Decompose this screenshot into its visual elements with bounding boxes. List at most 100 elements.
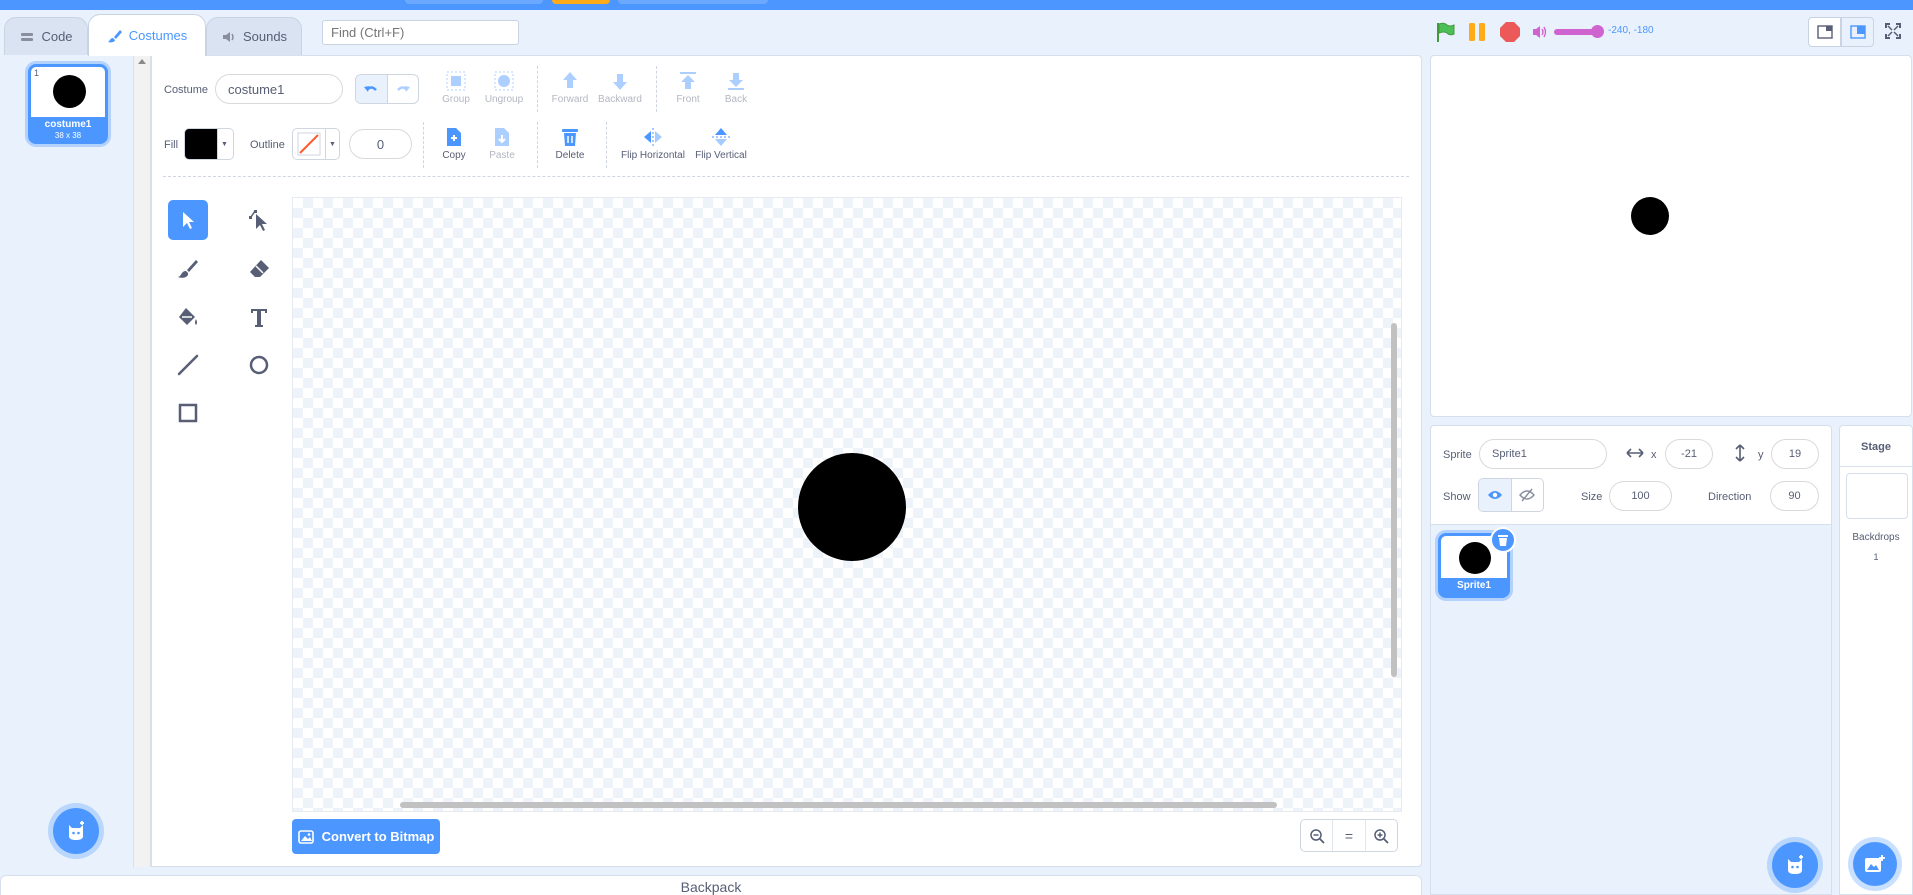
stage-sprite[interactable] — [1631, 197, 1669, 235]
group-button[interactable]: Group — [438, 70, 474, 105]
convert-to-bitmap-button[interactable]: Convert to Bitmap — [292, 819, 440, 854]
paint-canvas[interactable] — [292, 197, 1402, 812]
x-input[interactable]: -21 — [1665, 439, 1713, 469]
toolbar-divider — [423, 122, 424, 168]
trash-icon — [1498, 534, 1508, 546]
flip-vertical-button[interactable]: Flip Vertical — [694, 126, 748, 161]
reshape-tool[interactable] — [239, 200, 279, 240]
volume-slider-handle[interactable] — [1591, 25, 1604, 38]
outline-swatch — [293, 129, 325, 159]
outline-label: Outline — [250, 139, 285, 151]
costume-name-input[interactable] — [215, 74, 343, 104]
backpack-bar[interactable]: Backpack — [0, 875, 1422, 895]
volume-button[interactable] — [1531, 24, 1549, 40]
delete-button[interactable]: Delete — [552, 126, 588, 161]
paste-button[interactable]: Paste — [484, 126, 520, 161]
redo-button[interactable] — [388, 75, 419, 103]
costume-list-scrollbar[interactable] — [134, 55, 151, 867]
equals-icon: = — [1344, 827, 1354, 844]
eraser-tool[interactable] — [239, 249, 279, 289]
zoom-out-button[interactable] — [1301, 820, 1332, 851]
copy-button[interactable]: Copy — [436, 126, 472, 161]
cat-add-icon — [1788, 855, 1803, 874]
costume-thumbnail-circle — [53, 75, 86, 108]
stage-thumbnail — [1846, 473, 1908, 519]
add-backdrop-icon — [1865, 855, 1885, 872]
text-tool[interactable] — [239, 297, 279, 337]
stop-button[interactable] — [1499, 21, 1521, 43]
canvas-circle-shape[interactable] — [798, 453, 906, 561]
eye-icon — [1487, 491, 1502, 499]
search-input[interactable] — [322, 20, 519, 45]
outline-color-picker[interactable]: ▼ — [292, 128, 340, 160]
zoom-reset-button[interactable]: = — [1332, 820, 1364, 851]
fullscreen-button[interactable] — [1884, 22, 1902, 40]
sprite-name-input[interactable] — [1479, 439, 1607, 469]
front-icon — [680, 72, 696, 89]
direction-input[interactable]: 90 — [1770, 481, 1819, 511]
show-visible-button[interactable] — [1479, 479, 1512, 511]
add-sprite-button[interactable] — [1772, 842, 1818, 888]
y-input[interactable]: 19 — [1771, 439, 1819, 469]
green-flag-icon — [1437, 22, 1455, 42]
volume-icon — [1533, 26, 1547, 38]
ungroup-button[interactable]: Ungroup — [484, 70, 524, 105]
copy-icon — [447, 128, 461, 146]
flip-horizontal-icon — [644, 128, 662, 146]
mouse-coordinates: -240, -180 — [1608, 25, 1654, 36]
select-tool[interactable] — [168, 200, 208, 240]
add-backdrop-button[interactable] — [1853, 842, 1897, 886]
outline-width-input[interactable] — [349, 129, 412, 159]
fill-tool[interactable] — [168, 297, 208, 337]
large-stage-button[interactable] — [1841, 17, 1874, 47]
back-button[interactable]: Back — [718, 70, 754, 105]
stop-icon — [1500, 22, 1520, 42]
costume-number: 1 — [34, 68, 40, 78]
redo-icon — [396, 86, 410, 92]
show-hidden-button[interactable] — [1512, 479, 1544, 511]
menu-bar — [0, 0, 1913, 10]
backward-button[interactable]: Backward — [598, 70, 642, 105]
group-icon — [446, 71, 466, 91]
brush-tool[interactable] — [168, 249, 208, 289]
green-flag-button[interactable] — [1434, 21, 1456, 43]
toolbar-divider — [537, 66, 538, 112]
forward-button[interactable]: Forward — [550, 70, 590, 105]
front-button[interactable]: Front — [670, 70, 706, 105]
zoom-in-button[interactable] — [1364, 820, 1397, 851]
speaker-icon — [222, 31, 234, 42]
costume-item[interactable]: 1 costume1 38 x 38 — [28, 64, 108, 144]
stage-target-panel[interactable]: Stage Backdrops 1 — [1839, 425, 1913, 895]
horizontal-arrows-icon — [1626, 448, 1644, 458]
chevron-down-icon: ▼ — [325, 129, 339, 159]
rectangle-tool[interactable] — [168, 393, 208, 433]
undo-button[interactable] — [356, 75, 388, 103]
line-tool[interactable] — [168, 345, 208, 385]
zoom-in-icon — [1374, 828, 1389, 844]
costume-list — [0, 55, 134, 867]
fullscreen-icon — [1885, 23, 1901, 39]
delete-sprite-button[interactable] — [1490, 527, 1516, 553]
tab-code[interactable]: Code — [4, 17, 88, 55]
show-toggle-group — [1478, 478, 1544, 512]
flip-horizontal-button[interactable]: Flip Horizontal — [618, 126, 688, 161]
stage-canvas[interactable] — [1430, 55, 1912, 417]
costume-thumbnail: 1 — [31, 67, 105, 117]
tab-costumes[interactable]: Costumes — [88, 14, 206, 56]
canvas-horizontal-scrollbar[interactable] — [400, 802, 1277, 808]
canvas-vertical-scrollbar[interactable] — [1391, 323, 1397, 677]
small-stage-button[interactable] — [1808, 17, 1841, 47]
circle-icon — [249, 355, 269, 375]
pause-button[interactable] — [1466, 21, 1488, 43]
size-input[interactable]: 100 — [1609, 481, 1672, 511]
fill-color-picker[interactable]: ▼ — [184, 128, 234, 160]
cat-add-icon — [69, 821, 84, 840]
y-label: y — [1758, 449, 1764, 461]
circle-tool[interactable] — [239, 345, 279, 385]
brush-icon — [178, 260, 198, 278]
tab-sounds[interactable]: Sounds — [206, 17, 302, 55]
pause-icon — [1469, 23, 1485, 41]
trash-icon — [562, 129, 578, 146]
add-costume-button[interactable] — [53, 808, 99, 854]
paint-bucket-icon — [179, 308, 197, 325]
